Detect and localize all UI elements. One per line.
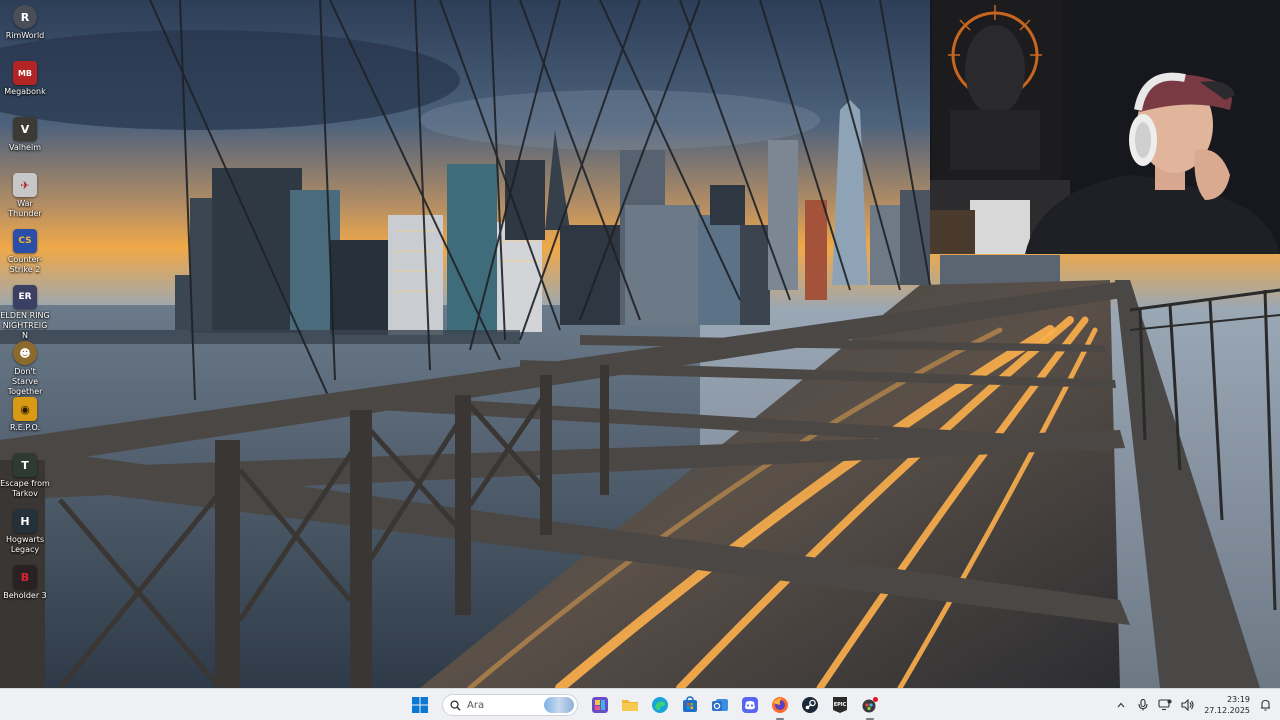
taskbar-edge[interactable] bbox=[648, 693, 672, 717]
desktop-shortcut-label: Counter-Strike 2 bbox=[7, 255, 43, 274]
desktop-shortcut-escape-from-tarkov[interactable]: T Escape from Tarkov bbox=[0, 448, 50, 499]
webcam-overlay bbox=[930, 0, 1280, 254]
desktop-shortcut-rimworld[interactable]: R RimWorld bbox=[0, 0, 50, 41]
epic-games-icon: EPIC bbox=[833, 697, 847, 713]
network-icon[interactable] bbox=[1158, 698, 1172, 712]
taskbar-center: Ara EPIC bbox=[408, 689, 882, 720]
taskbar-file-explorer[interactable] bbox=[618, 693, 642, 717]
taskbar-firefox[interactable] bbox=[768, 693, 792, 720]
desktop-shortcut-valheim[interactable]: V Valheim bbox=[0, 112, 50, 153]
desktop-shortcut-label: Beholder 3 bbox=[3, 591, 47, 600]
microsoft-store-icon bbox=[683, 696, 697, 712]
desktop-shortcut-label: Valheim bbox=[9, 143, 41, 152]
repo-icon: ◉ bbox=[13, 397, 37, 421]
desktop-shortcut-counter-strike-2[interactable]: CS Counter-Strike 2 bbox=[0, 224, 50, 275]
taskbar-steam[interactable] bbox=[798, 693, 822, 717]
taskbar-microsoft-store[interactable] bbox=[678, 693, 702, 717]
notification-bell-icon[interactable] bbox=[1258, 698, 1272, 712]
clock-time: 23:19 bbox=[1226, 695, 1250, 704]
desktop-shortcut-elden-ring-nightreign[interactable]: ER ELDEN RING NIGHTREIGN bbox=[0, 280, 50, 341]
chevron-up-icon[interactable] bbox=[1114, 698, 1128, 712]
volume-icon[interactable] bbox=[1180, 698, 1194, 712]
start-button[interactable] bbox=[408, 693, 432, 717]
widgets-icon bbox=[592, 697, 608, 713]
taskbar-epic-games[interactable]: EPIC bbox=[828, 693, 852, 717]
counter-strike-2-icon: CS bbox=[13, 229, 37, 253]
edge-icon bbox=[652, 697, 668, 713]
search-highlight-icon bbox=[544, 697, 574, 713]
desktop-shortcut-label: War Thunder bbox=[8, 199, 42, 218]
beholder-3-icon: B bbox=[13, 565, 37, 589]
clock-date: 27.12.2025 bbox=[1204, 706, 1250, 715]
megabonk-icon: MB bbox=[13, 61, 37, 85]
svg-text:EPIC: EPIC bbox=[834, 702, 847, 708]
taskbar: Ara EPIC 23:19 27.12.2025 bbox=[0, 688, 1280, 720]
hogwarts-legacy-icon: H bbox=[13, 509, 37, 533]
desktop-shortcut-label: RimWorld bbox=[5, 31, 45, 40]
outlook-icon bbox=[712, 699, 728, 711]
valheim-icon: V bbox=[13, 117, 37, 141]
war-thunder-icon: ✈ bbox=[13, 173, 37, 197]
desktop-shortcut-label: R.E.P.O. bbox=[9, 423, 41, 432]
rimworld-icon: R bbox=[13, 5, 37, 29]
desktop-shortcut-label: Hogwarts Legacy bbox=[5, 535, 45, 554]
desktop-shortcut-beholder-3[interactable]: B Beholder 3 bbox=[0, 560, 50, 601]
steam-icon bbox=[802, 697, 818, 713]
file-explorer-icon bbox=[622, 700, 638, 711]
taskbar-outlook[interactable] bbox=[708, 693, 732, 717]
discord-icon bbox=[742, 697, 758, 713]
elden-ring-nightreign-icon: ER bbox=[13, 285, 37, 309]
desktop-shortcut-label: Escape from Tarkov bbox=[0, 479, 50, 498]
davinci-resolve-icon bbox=[862, 697, 878, 713]
taskbar-discord[interactable] bbox=[738, 693, 762, 717]
taskbar-search[interactable]: Ara bbox=[442, 694, 578, 716]
desktop-shortcut-repo[interactable]: ◉ R.E.P.O. bbox=[0, 392, 50, 433]
taskbar-davinci-resolve[interactable] bbox=[858, 693, 882, 720]
desktop-shortcut-hogwarts-legacy[interactable]: H Hogwarts Legacy bbox=[0, 504, 50, 555]
desktop-shortcut-label: Megabonk bbox=[4, 87, 46, 96]
desktop-shortcut-megabonk[interactable]: MB Megabonk bbox=[0, 56, 50, 97]
search-icon bbox=[450, 699, 461, 711]
system-tray: 23:19 27.12.2025 bbox=[1114, 689, 1272, 720]
taskbar-widgets[interactable] bbox=[588, 693, 612, 717]
windows-logo-icon bbox=[412, 697, 428, 713]
firefox-icon bbox=[772, 697, 788, 713]
desktop-shortcut-war-thunder[interactable]: ✈ War Thunder bbox=[0, 168, 50, 219]
search-placeholder: Ara bbox=[467, 699, 485, 711]
taskbar-clock[interactable]: 23:19 27.12.2025 bbox=[1204, 694, 1250, 716]
dont-starve-together-icon: ☻ bbox=[13, 341, 37, 365]
escape-from-tarkov-icon: T bbox=[13, 453, 37, 477]
desktop-shortcut-dont-starve-together[interactable]: ☻ Don't Starve Together bbox=[0, 336, 50, 397]
microphone-icon[interactable] bbox=[1136, 698, 1150, 712]
